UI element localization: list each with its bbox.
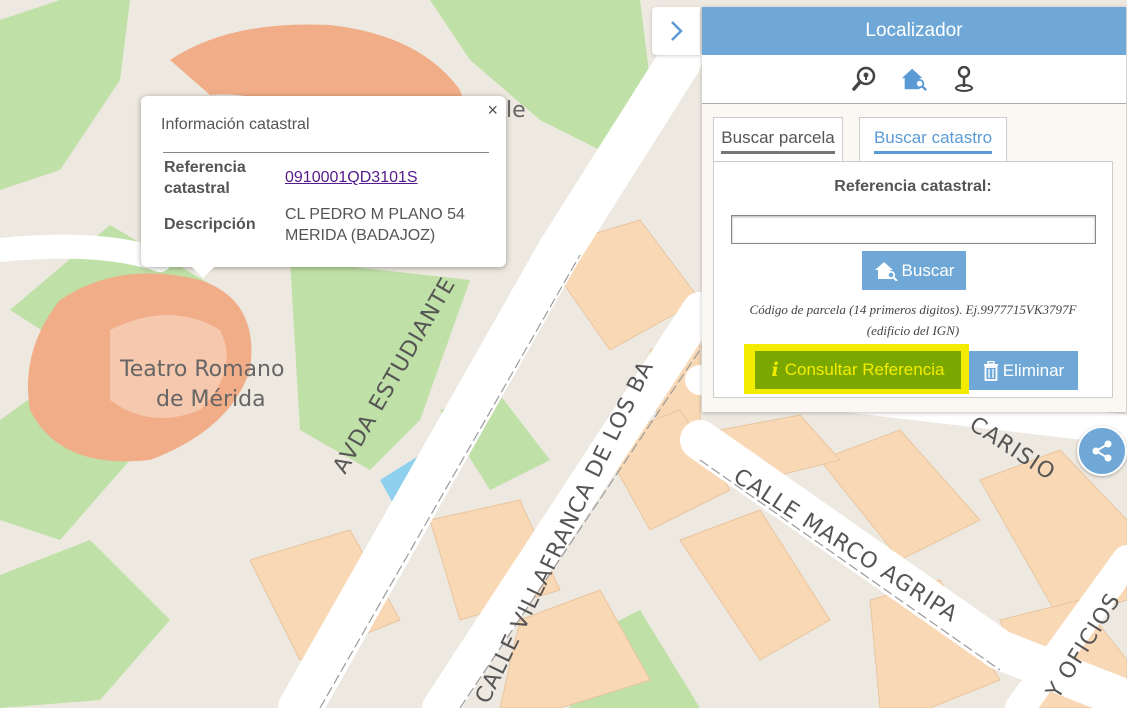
- tab-buscar-catastro-label: Buscar catastro: [873, 128, 993, 154]
- svg-text:Teatro Romano: Teatro Romano: [119, 357, 284, 382]
- popup-divider: [163, 152, 489, 153]
- svg-text:de Mérida: de Mérida: [156, 387, 266, 412]
- delete-button[interactable]: Eliminar: [969, 351, 1078, 390]
- ref-value: 0910001QD3101S: [285, 167, 418, 188]
- tab-buscar-parcela[interactable]: Buscar parcela: [713, 117, 843, 163]
- popup-tail: [191, 266, 215, 278]
- desc-line2: MERIDA (BADAJOZ): [285, 227, 436, 244]
- ref-label-line2: catastral: [164, 180, 230, 197]
- svg-text:le: le: [506, 98, 526, 123]
- tab-buscar-catastro[interactable]: Buscar catastro: [859, 117, 1007, 163]
- chevron-right-icon: [671, 21, 683, 41]
- desc-line1: CL PEDRO M PLANO 54: [285, 206, 465, 223]
- locator-panel: Localizador Buscar parcela Buscar catast…: [702, 7, 1126, 412]
- house-search-icon[interactable]: [900, 65, 928, 93]
- panel-body: Buscar parcela Buscar catastro Referenci…: [702, 104, 1126, 412]
- ref-hint-line1: Código de parcela (14 primeros digitos).…: [749, 302, 1077, 317]
- share-icon: [1092, 440, 1112, 462]
- ref-link[interactable]: 0910001QD3101S: [285, 169, 418, 186]
- delete-button-label: Eliminar: [1002, 360, 1065, 380]
- ref-hint-text: Código de parcela (14 primeros digitos).…: [724, 299, 1102, 341]
- search-button-label: Buscar: [901, 260, 955, 280]
- locator-icon-bar: [702, 55, 1126, 104]
- close-icon[interactable]: ×: [487, 100, 498, 121]
- ref-label: Referencia catastral: [164, 157, 246, 199]
- pin-icon[interactable]: [950, 65, 978, 93]
- search-location-icon[interactable]: [850, 65, 878, 93]
- share-button[interactable]: [1077, 426, 1127, 476]
- tab-buscar-parcela-label: Buscar parcela: [721, 128, 835, 154]
- consult-reference-label: Consultar Referencia: [784, 360, 945, 379]
- ref-hint-line2: (edificio del IGN): [866, 323, 960, 338]
- desc-label: Descripción: [164, 216, 256, 233]
- ref-label-line1: Referencia: [164, 159, 246, 176]
- ref-input[interactable]: [731, 215, 1096, 244]
- consult-highlight: i Consultar Referencia: [744, 344, 969, 394]
- panel-toggle-button[interactable]: [652, 7, 700, 55]
- panel-title: Localizador: [702, 7, 1126, 55]
- search-button[interactable]: Buscar: [862, 251, 966, 290]
- house-search-icon: [874, 261, 898, 281]
- desc-value: CL PEDRO M PLANO 54 MERIDA (BADAJOZ): [285, 204, 465, 246]
- cadastral-info-popup: × Información catastral Referencia catas…: [141, 96, 506, 278]
- popup-title: Información catastral: [161, 116, 310, 133]
- ref-input-label: Referencia catastral:: [834, 178, 992, 195]
- info-icon: i: [771, 359, 779, 381]
- consult-reference-button[interactable]: i Consultar Referencia: [755, 351, 961, 389]
- trash-icon: [983, 360, 998, 381]
- catastro-tab-content: Referencia catastral: Buscar Código de p…: [713, 161, 1113, 398]
